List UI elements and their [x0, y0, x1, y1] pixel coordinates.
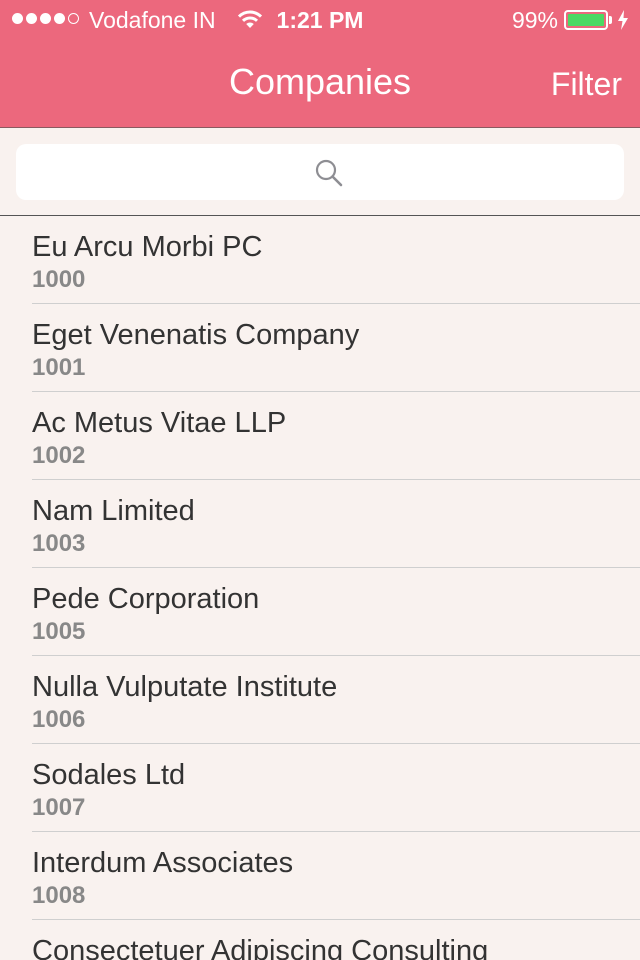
- search-bar: [0, 128, 640, 216]
- battery-cap: [609, 16, 612, 24]
- search-input[interactable]: [16, 144, 624, 200]
- company-id: 1006: [32, 706, 86, 733]
- company-name: Eget Venenatis Company: [32, 319, 360, 351]
- company-id: 1007: [32, 794, 86, 821]
- company-id: 1000: [32, 266, 86, 293]
- battery-icon: [564, 10, 608, 30]
- company-name: Nulla Vulputate Institute: [32, 671, 338, 703]
- status-bar: Vodafone IN 1:21 PM 99%: [0, 0, 640, 40]
- page-title: Companies: [228, 61, 412, 102]
- search-icon: [315, 159, 343, 187]
- company-id: 1005: [32, 618, 86, 645]
- battery-percent: 99%: [511, 7, 558, 33]
- company-name: Ac Metus Vitae LLP: [32, 407, 287, 439]
- list-item[interactable]: Eget Venenatis Company 1001: [32, 304, 640, 392]
- list-item[interactable]: Interdum Associates 1008: [32, 832, 640, 920]
- navigation-bar: Vodafone IN 1:21 PM 99% Companies Filter: [0, 0, 640, 128]
- filter-button[interactable]: Filter: [551, 64, 622, 104]
- company-name: Pede Corporation: [32, 583, 260, 615]
- list-item[interactable]: Nulla Vulputate Institute 1006: [32, 656, 640, 744]
- company-name: Eu Arcu Morbi PC: [32, 231, 263, 263]
- company-id: 1008: [32, 882, 86, 909]
- charging-bolt-icon: [618, 10, 628, 30]
- app-screen: Vodafone IN 1:21 PM 99% Companies Filter: [0, 0, 640, 960]
- company-id: 1001: [32, 354, 86, 381]
- company-name: Consectetuer Adipiscing Consulting: [32, 935, 489, 960]
- list-item[interactable]: Eu Arcu Morbi PC 1000: [32, 216, 640, 304]
- company-name: Sodales Ltd: [32, 759, 186, 791]
- list-item[interactable]: Pede Corporation 1005: [32, 568, 640, 656]
- list-item[interactable]: Consectetuer Adipiscing Consulting: [32, 920, 640, 960]
- list-item[interactable]: Sodales Ltd 1007: [32, 744, 640, 832]
- company-name: Nam Limited: [32, 495, 195, 527]
- list-item[interactable]: Ac Metus Vitae LLP 1002: [32, 392, 640, 480]
- list-item[interactable]: Nam Limited 1003: [32, 480, 640, 568]
- company-list: Eu Arcu Morbi PC 1000 Eget Venenatis Com…: [0, 216, 640, 960]
- battery-fill: [568, 14, 604, 26]
- company-id: 1002: [32, 442, 86, 469]
- company-id: 1003: [32, 530, 86, 557]
- company-name: Interdum Associates: [32, 847, 294, 879]
